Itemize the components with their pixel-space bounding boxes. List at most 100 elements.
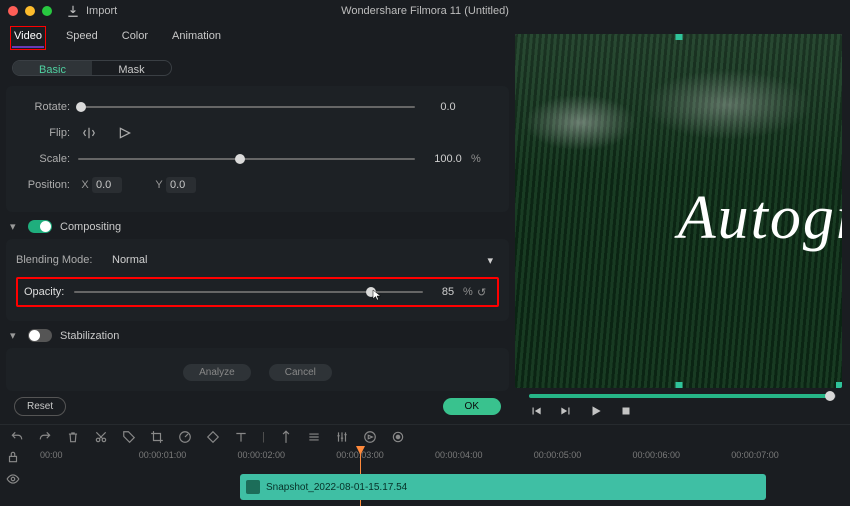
window-controls	[8, 6, 52, 16]
subtab-mask[interactable]: Mask	[92, 61, 171, 75]
position-x-label: X	[78, 179, 92, 191]
scale-slider[interactable]	[78, 152, 415, 166]
options-icon[interactable]	[307, 430, 321, 444]
analyze-button[interactable]: Analyze	[183, 364, 251, 381]
inspector-panel: Video Speed Color Animation Basic Mask R…	[0, 22, 515, 424]
timeline-clip[interactable]: Snapshot_2022-08-01-15.17.54	[240, 474, 766, 500]
play-button[interactable]	[589, 404, 603, 418]
stabilization-toggle[interactable]	[28, 329, 52, 342]
position-y-input[interactable]: 0.0	[166, 177, 196, 193]
stabilization-section-header: ▾ Stabilization	[6, 323, 509, 346]
timeline-toolbar: |	[0, 424, 850, 448]
chevron-down-icon[interactable]: ▾	[10, 329, 20, 342]
blending-mode-value: Normal	[112, 254, 147, 266]
compositing-panel: Blending Mode: Normal ▾ Opacity: 85 % ↺	[6, 239, 509, 321]
app-title: Wondershare Filmora 11 (Untitled)	[341, 5, 509, 17]
rotate-value[interactable]: 0.0	[425, 101, 471, 113]
mixer-icon[interactable]	[335, 430, 349, 444]
cancel-button[interactable]: Cancel	[269, 364, 332, 381]
opacity-slider[interactable]	[74, 285, 423, 299]
stop-button[interactable]	[619, 404, 633, 418]
eye-track-icon[interactable]	[6, 472, 20, 486]
title-bar: Import Wondershare Filmora 11 (Untitled)	[0, 0, 850, 22]
tab-video[interactable]: Video	[12, 28, 44, 48]
ruler-mark: 00:00:04:00	[435, 450, 483, 460]
inspector-tabs: Video Speed Color Animation	[6, 22, 509, 52]
position-y-label: Y	[152, 179, 166, 191]
crop-icon[interactable]	[150, 430, 164, 444]
scale-label: Scale:	[16, 153, 78, 165]
compositing-section-header: ▾ Compositing	[6, 214, 509, 237]
import-icon	[66, 4, 80, 18]
lock-track-icon[interactable]	[6, 450, 20, 464]
playback-controls	[515, 398, 850, 424]
subtab-basic[interactable]: Basic	[13, 61, 92, 75]
opacity-value[interactable]: 85	[433, 286, 463, 298]
compositing-title: Compositing	[60, 221, 121, 233]
render-icon[interactable]	[363, 430, 377, 444]
position-x-input[interactable]: 0.0	[92, 177, 122, 193]
delete-icon[interactable]	[66, 430, 80, 444]
ok-button[interactable]: OK	[443, 398, 501, 415]
minimize-window-button[interactable]	[25, 6, 35, 16]
resize-handle-bottom[interactable]	[675, 382, 682, 388]
ruler-mark: 00:00:01:00	[139, 450, 187, 460]
scale-value[interactable]: 100.0	[425, 153, 471, 165]
next-frame-button[interactable]	[559, 404, 573, 418]
opacity-label: Opacity:	[24, 286, 74, 298]
preview-panel: Autogr	[515, 22, 850, 424]
redo-icon[interactable]	[38, 430, 52, 444]
marker-icon[interactable]	[279, 430, 293, 444]
ruler-mark: 00:00:05:00	[534, 450, 582, 460]
rotate-slider[interactable]	[78, 100, 415, 114]
rotate-label: Rotate:	[16, 101, 78, 113]
import-button[interactable]: Import	[66, 4, 117, 18]
flip-vertical-button[interactable]	[114, 124, 136, 142]
selection-handles	[515, 34, 842, 388]
dropdown-chevron-icon: ▾	[487, 254, 493, 267]
video-preview[interactable]: Autogr	[515, 34, 842, 388]
close-window-button[interactable]	[8, 6, 18, 16]
flip-label: Flip:	[16, 127, 78, 139]
blending-mode-dropdown[interactable]: Normal ▾	[106, 254, 499, 267]
playback-progress[interactable]	[529, 394, 836, 398]
flip-horizontal-button[interactable]	[78, 124, 100, 142]
ruler-mark: 00:00:02:00	[238, 450, 286, 460]
flip-horizontal-icon	[82, 126, 96, 140]
reset-button[interactable]: Reset	[14, 397, 66, 416]
cut-icon[interactable]	[94, 430, 108, 444]
compositing-toggle[interactable]	[28, 220, 52, 233]
resize-handle-bottom-right[interactable]	[836, 382, 842, 388]
tab-speed[interactable]: Speed	[64, 28, 100, 48]
transform-panel: Rotate: 0.0 Flip: Scale: 100.0 %	[6, 86, 509, 212]
undo-icon[interactable]	[10, 430, 24, 444]
stabilization-panel: Analyze Cancel	[6, 348, 509, 391]
text-overlay-icon[interactable]	[234, 430, 248, 444]
scale-unit: %	[471, 153, 485, 165]
video-subtabs: Basic Mask	[12, 60, 172, 76]
record-icon[interactable]	[391, 430, 405, 444]
tab-color[interactable]: Color	[120, 28, 150, 48]
resize-handle-top[interactable]	[675, 34, 682, 40]
opacity-reset-button[interactable]: ↺	[477, 286, 491, 299]
inspector-footer: Reset OK	[6, 393, 509, 420]
ruler-mark: 00:00	[40, 450, 63, 460]
import-label: Import	[86, 5, 117, 17]
track-header	[0, 448, 40, 506]
speed-icon[interactable]	[178, 430, 192, 444]
tag-icon[interactable]	[122, 430, 136, 444]
blending-mode-label: Blending Mode:	[16, 254, 106, 266]
clip-name: Snapshot_2022-08-01-15.17.54	[266, 482, 407, 493]
zoom-window-button[interactable]	[42, 6, 52, 16]
position-label: Position:	[16, 179, 78, 191]
chevron-down-icon[interactable]: ▾	[10, 220, 20, 233]
ruler-mark: 00:00:06:00	[633, 450, 681, 460]
timeline[interactable]: 00:00 00:00:01:00 00:00:02:00 00:00:03:0…	[0, 448, 850, 506]
opacity-unit: %	[463, 286, 477, 298]
clip-thumbnail-icon	[246, 480, 260, 494]
tab-animation[interactable]: Animation	[170, 28, 223, 48]
time-ruler[interactable]: 00:00 00:00:01:00 00:00:02:00 00:00:03:0…	[60, 448, 850, 464]
prev-frame-button[interactable]	[529, 404, 543, 418]
ruler-mark: 00:00:07:00	[731, 450, 779, 460]
keyframe-icon[interactable]	[206, 430, 220, 444]
